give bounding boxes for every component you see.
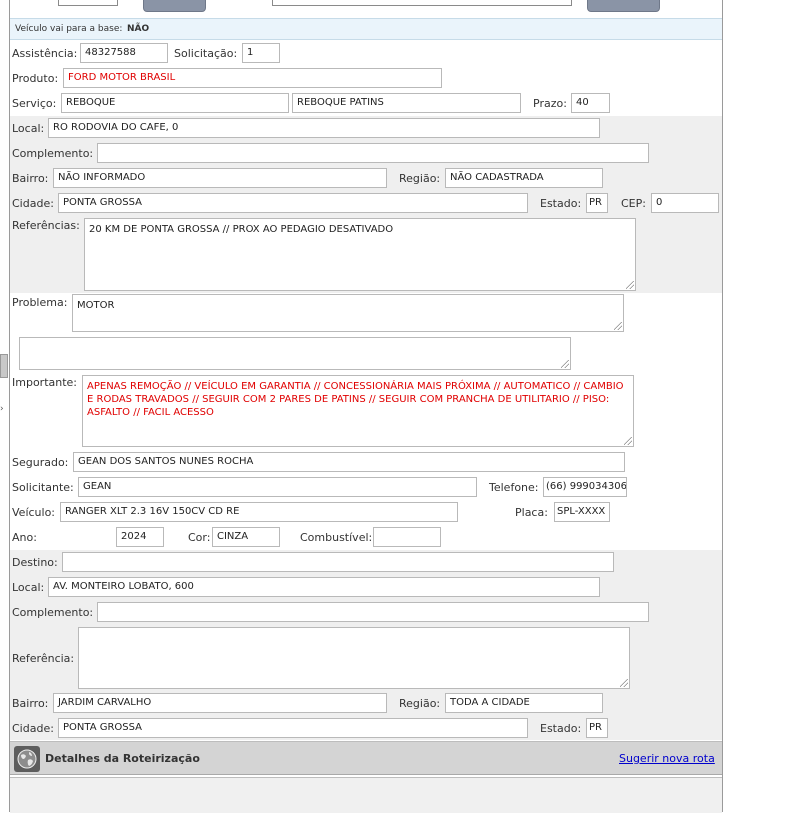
destino-complemento-label: Complemento: (12, 606, 94, 619)
top-button-1[interactable] (143, 0, 206, 12)
assistencia-label: Assistência: (12, 47, 78, 60)
produto-field[interactable]: FORD MOTOR BRASIL (63, 68, 442, 88)
origem-cidade-label: Cidade: (12, 197, 54, 210)
origem-bairro-label: Bairro: (12, 172, 49, 185)
origem-regiao-field[interactable]: NÃO CADASTRADA (445, 168, 603, 188)
assistencia-field[interactable]: 48327588 (80, 43, 168, 63)
destino-cidade-label: Cidade: (12, 722, 54, 735)
solicitante-label: Solicitante: (12, 481, 74, 494)
destino-bairro-field[interactable]: JARDIM CARVALHO (53, 693, 387, 713)
destino-regiao-label: Região: (399, 697, 441, 710)
resize-grip-icon[interactable] (620, 679, 628, 687)
resize-grip-icon[interactable] (561, 360, 569, 368)
solicitacao-label: Solicitação: (174, 47, 238, 60)
veiculo-label: Veículo: (12, 506, 56, 519)
solicitacao-field[interactable]: 1 (242, 43, 280, 63)
origem-referencias-label: Referências: (12, 219, 80, 232)
routing-title: Detalhes da Roteirização (45, 752, 200, 765)
top-field-1[interactable] (58, 0, 118, 6)
origem-local-label: Local: (12, 122, 45, 135)
suggest-route-link[interactable]: Sugerir nova rota (619, 752, 715, 765)
destino-local-field[interactable]: AV. MONTEIRO LOBATO, 600 (48, 577, 600, 597)
origem-regiao-label: Região: (399, 172, 441, 185)
base-notice-label: Veículo vai para a base: (15, 24, 123, 34)
routing-map-area[interactable] (10, 777, 722, 813)
ano-label: Ano: (12, 531, 37, 544)
problema-text: MOTOR (77, 300, 115, 311)
resize-grip-icon[interactable] (626, 281, 634, 289)
destino-complemento-field[interactable] (97, 602, 649, 622)
origem-referencias-textarea[interactable]: 20 KM DE PONTA GROSSA // PROX AO PEDAGIO… (84, 218, 636, 291)
destino-estado-label: Estado: (540, 722, 582, 735)
prazo-label: Prazo: (533, 97, 567, 110)
telefone-field[interactable]: (66) 999034306 (543, 477, 627, 497)
solicitante-field[interactable]: GEAN (78, 477, 477, 497)
base-notice-bar: Veículo vai para a base: NÃO (10, 18, 722, 40)
importante-text: APENAS REMOÇÃO // VEÍCULO EM GARANTIA //… (87, 381, 627, 418)
importante-label: Importante: (12, 376, 78, 389)
top-field-2[interactable] (272, 0, 572, 6)
problema-textarea[interactable]: MOTOR (72, 294, 624, 332)
destino-cidade-field[interactable]: PONTA GROSSA (58, 718, 528, 738)
origem-estado-field[interactable]: PR (586, 193, 608, 213)
routing-header: Detalhes da Roteirização Sugerir nova ro… (10, 741, 722, 775)
origem-cep-field[interactable]: 0 (651, 193, 719, 213)
origem-referencias-text: 20 KM DE PONTA GROSSA // PROX AO PEDAGIO… (89, 224, 394, 235)
globe-icon (14, 746, 40, 772)
problema-extra-textarea[interactable] (19, 337, 571, 370)
destino-referencia-textarea[interactable] (78, 627, 630, 689)
origem-complemento-label: Complemento: (12, 147, 94, 160)
destino-estado-field[interactable]: PR (586, 718, 608, 738)
servico-detail-field[interactable]: REBOQUE PATINS (292, 93, 521, 113)
segurado-field[interactable]: GEAN DOS SANTOS NUNES ROCHA (73, 452, 625, 472)
cor-label: Cor: (188, 531, 211, 544)
origem-cidade-field[interactable]: PONTA GROSSA (58, 193, 528, 213)
importante-textarea[interactable]: APENAS REMOÇÃO // VEÍCULO EM GARANTIA //… (82, 375, 634, 447)
destino-local-label: Local: (12, 581, 45, 594)
destino-regiao-field[interactable]: TODA A CIDADE (445, 693, 603, 713)
prazo-field[interactable]: 40 (571, 93, 610, 113)
origem-cep-label: CEP: (621, 197, 646, 210)
combustivel-label: Combustível: (300, 531, 373, 544)
cor-field[interactable]: CINZA (212, 527, 280, 547)
segurado-label: Segurado: (12, 456, 69, 469)
placa-field[interactable]: SPL-XXXX (554, 502, 610, 522)
origem-bairro-field[interactable]: NÃO INFORMADO (53, 168, 387, 188)
side-scroll-handle[interactable] (0, 354, 8, 378)
origem-local-field[interactable]: RO RODOVIA DO CAFE, 0 (48, 118, 600, 138)
combustivel-field[interactable] (373, 527, 441, 547)
origem-complemento-field[interactable] (97, 143, 649, 163)
servico-label: Serviço: (12, 97, 57, 110)
telefone-label: Telefone: (489, 481, 539, 494)
top-button-2[interactable] (587, 0, 660, 12)
form-right-border (722, 0, 723, 812)
produto-label: Produto: (12, 72, 59, 85)
veiculo-field[interactable]: RANGER XLT 2.3 16V 150CV CD RE (60, 502, 458, 522)
servico-field[interactable]: REBOQUE (61, 93, 289, 113)
destino-referencia-label: Referência: (12, 652, 75, 665)
resize-grip-icon[interactable] (624, 437, 632, 445)
base-notice-value: NÃO (127, 24, 150, 34)
side-expand-arrow[interactable]: › (0, 404, 4, 414)
destino-label: Destino: (12, 556, 58, 569)
ano-field[interactable]: 2024 (116, 527, 164, 547)
placa-label: Placa: (515, 506, 548, 519)
problema-label: Problema: (12, 296, 68, 309)
origem-estado-label: Estado: (540, 197, 582, 210)
destino-field[interactable] (62, 552, 614, 572)
destino-bairro-label: Bairro: (12, 697, 49, 710)
resize-grip-icon[interactable] (614, 322, 622, 330)
